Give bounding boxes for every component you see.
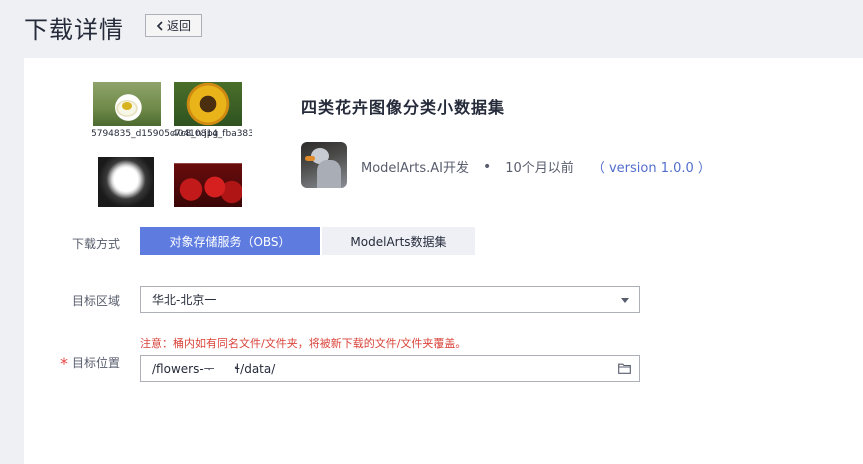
sunflower-image bbox=[174, 82, 242, 126]
overwrite-warning: 注意：桶内如有同名文件/文件夹，将被新下载的文件/文件夹覆盖。 bbox=[140, 337, 467, 350]
preview-caption: 40410814_fba3837226_n.jpg bbox=[172, 129, 252, 139]
caret-down-icon bbox=[621, 298, 629, 303]
target-location-label: * 目标位置 bbox=[40, 354, 120, 373]
download-detail-card: 5794835_d15905c7c8_n.jpg 40410814_fba383… bbox=[24, 58, 863, 464]
meta-separator: • bbox=[483, 158, 492, 175]
preview-image-2: 40410814_fba3837226_n.jpg bbox=[172, 82, 252, 140]
preview-image-1: 5794835_d15905c7c8_n.jpg bbox=[92, 82, 219, 140]
publish-time: 10个月以前 bbox=[505, 161, 574, 176]
preview-image-3 bbox=[98, 157, 154, 207]
target-region-label: 目标区域 bbox=[71, 294, 120, 308]
folder-icon[interactable] bbox=[618, 363, 631, 374]
tab-obs[interactable]: 对象存储服务（OBS） bbox=[140, 227, 320, 255]
dataset-preview: 5794835_d15905c7c8_n.jpg 40410814_fba383… bbox=[92, 81, 252, 207]
target-location-input[interactable]: /flowers-ᅮ ɬ/data/ bbox=[140, 355, 640, 382]
back-button-label: 返回 bbox=[166, 19, 191, 33]
back-button[interactable]: 返回 bbox=[145, 14, 202, 37]
target-location-label-text: 目标位置 bbox=[71, 356, 120, 370]
region-select-value: 华北-北京一 bbox=[152, 293, 217, 307]
dataset-title: 四类花卉图像分类小数据集 bbox=[301, 98, 506, 117]
dataset-meta: ModelArts.AI开发 • 10个月以前 （ version 1.0.0 … bbox=[361, 157, 711, 177]
preview-image-4 bbox=[174, 157, 242, 207]
download-method-label: 下载方式 bbox=[71, 237, 120, 251]
publisher-name: ModelArts.AI开发 bbox=[361, 161, 469, 176]
page-title: 下载详情 bbox=[24, 16, 124, 44]
dataset-version: （ version 1.0.0 ） bbox=[591, 161, 711, 176]
region-select[interactable]: 华北-北京一 bbox=[140, 286, 640, 313]
tab-modelarts-dataset[interactable]: ModelArts数据集 bbox=[322, 227, 475, 255]
preview-caption: 5794835_d15905c7c8_n.jpg bbox=[92, 129, 219, 139]
dandelion-image bbox=[98, 157, 154, 207]
target-location-value: /flowers-ᅮ ɬ/data/ bbox=[152, 362, 276, 376]
chevron-left-icon bbox=[156, 20, 163, 31]
required-marker: * bbox=[59, 354, 68, 373]
page-header: 下载详情 返回 bbox=[0, 0, 863, 58]
publisher-avatar bbox=[301, 142, 347, 188]
rose-image bbox=[174, 157, 242, 207]
daisy-image bbox=[93, 82, 161, 126]
